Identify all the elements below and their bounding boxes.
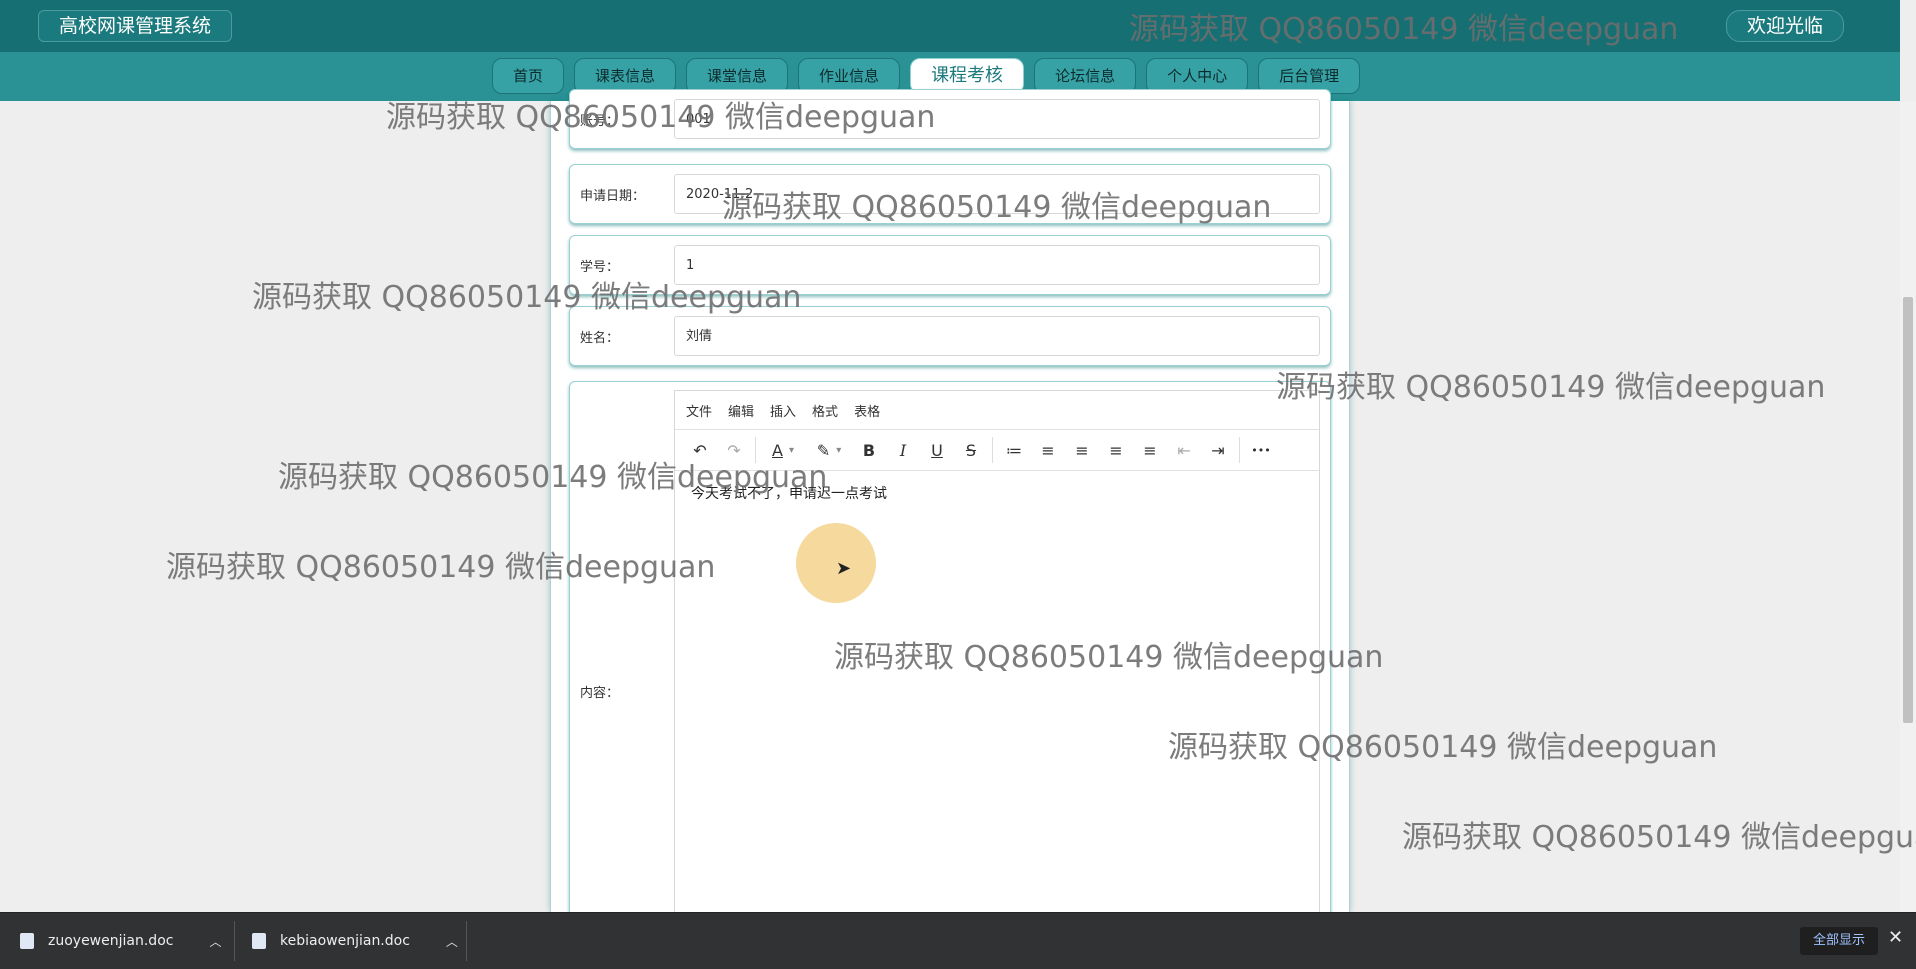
menu-insert[interactable]: 插入: [770, 401, 796, 420]
editor-content[interactable]: 今天考试不了，申请迟一点考试: [675, 471, 1319, 515]
align-left-icon[interactable]: ≡: [1031, 435, 1065, 465]
document-icon: [20, 933, 34, 949]
account-label: 账号：: [580, 114, 620, 129]
download-item[interactable]: zuoyewenjian.doc ︿: [20, 913, 221, 969]
undo-icon[interactable]: ↶: [683, 435, 717, 465]
content-row: 内容： 文件 编辑 插入 格式 表格 ↶ ↷ A▾ ✎▾ B I U S ≔: [569, 381, 1331, 923]
scrollbar-thumb[interactable]: [1903, 297, 1913, 723]
more-icon[interactable]: •••: [1244, 435, 1278, 465]
rich-text-editor[interactable]: 文件 编辑 插入 格式 表格 ↶ ↷ A ▾ ✎ ▾ B I U S ≔ ≡ ≡ ≡: [674, 390, 1320, 922]
account-row: 账号： 001: [569, 89, 1331, 149]
nav-home[interactable]: 首页: [492, 58, 565, 94]
toolbar-divider: [1239, 437, 1240, 463]
editor-toolbar: ↶ ↷ A ▾ ✎ ▾ B I U S ≔ ≡ ≡ ≡ ≡ ⇤ ⇥ •••: [675, 430, 1319, 471]
download-item[interactable]: kebiaowenjian.doc ︿: [252, 913, 458, 969]
cursor-icon: ➤: [836, 558, 852, 579]
show-all-button[interactable]: 全部显示: [1800, 927, 1878, 955]
page-scrollbar[interactable]: [1900, 101, 1916, 912]
watermark: 源码获取 QQ86050149 微信deepguan: [1276, 370, 1826, 405]
bold-icon[interactable]: B: [852, 435, 886, 465]
indent-icon[interactable]: ⇥: [1201, 435, 1235, 465]
form-panel: 账号： 001 申请日期： 2020-11-2 学号： 1 姓名： 刘倩 内容：…: [550, 89, 1350, 923]
name-row: 姓名： 刘倩: [569, 306, 1331, 366]
menu-format[interactable]: 格式: [812, 401, 838, 420]
welcome-button[interactable]: 欢迎光临: [1725, 10, 1844, 42]
site-brand[interactable]: 高校网课管理系统: [38, 10, 233, 42]
strikethrough-icon[interactable]: S: [954, 435, 988, 465]
download-filename: zuoyewenjian.doc: [48, 933, 174, 949]
date-row: 申请日期： 2020-11-2: [569, 164, 1331, 224]
list-icon[interactable]: ≔: [997, 435, 1031, 465]
chevron-up-icon[interactable]: ︿: [446, 933, 458, 950]
document-icon: [252, 933, 266, 949]
toolbar-divider: [755, 437, 756, 463]
align-right-icon[interactable]: ≡: [1099, 435, 1133, 465]
download-filename: kebiaowenjian.doc: [280, 933, 410, 949]
underline-icon[interactable]: U: [920, 435, 954, 465]
text-color-icon[interactable]: A ▾: [760, 435, 806, 465]
menu-edit[interactable]: 编辑: [728, 401, 754, 420]
divider: [234, 921, 235, 961]
chevron-up-icon[interactable]: ︿: [209, 933, 221, 950]
date-label: 申请日期：: [580, 189, 646, 204]
highlight-color-icon[interactable]: ✎ ▾: [806, 435, 852, 465]
menu-file[interactable]: 文件: [686, 401, 712, 420]
close-icon[interactable]: ✕: [1888, 927, 1903, 948]
italic-icon[interactable]: I: [886, 435, 920, 465]
divider: [466, 921, 467, 961]
outdent-icon[interactable]: ⇤: [1167, 435, 1201, 465]
student-id-row: 学号： 1: [569, 235, 1331, 295]
download-bar: zuoyewenjian.doc ︿ kebiaowenjian.doc ︿ 全…: [0, 912, 1916, 969]
student-id-field[interactable]: 1: [674, 245, 1320, 285]
toolbar-divider: [992, 437, 993, 463]
header-bar: 高校网课管理系统 欢迎光临: [0, 0, 1900, 53]
menu-table[interactable]: 表格: [854, 401, 880, 420]
align-center-icon[interactable]: ≡: [1065, 435, 1099, 465]
editor-menubar: 文件 编辑 插入 格式 表格: [675, 391, 1319, 430]
student-id-label: 学号：: [580, 260, 620, 275]
justify-icon[interactable]: ≡: [1133, 435, 1167, 465]
name-label: 姓名：: [580, 331, 620, 346]
name-field[interactable]: 刘倩: [674, 316, 1320, 356]
date-field[interactable]: 2020-11-2: [674, 174, 1320, 214]
content-label: 内容：: [580, 686, 620, 701]
watermark: 源码获取 QQ86050149 微信deepguan: [1402, 820, 1916, 855]
redo-icon[interactable]: ↷: [717, 435, 751, 465]
account-field[interactable]: 001: [674, 99, 1320, 139]
